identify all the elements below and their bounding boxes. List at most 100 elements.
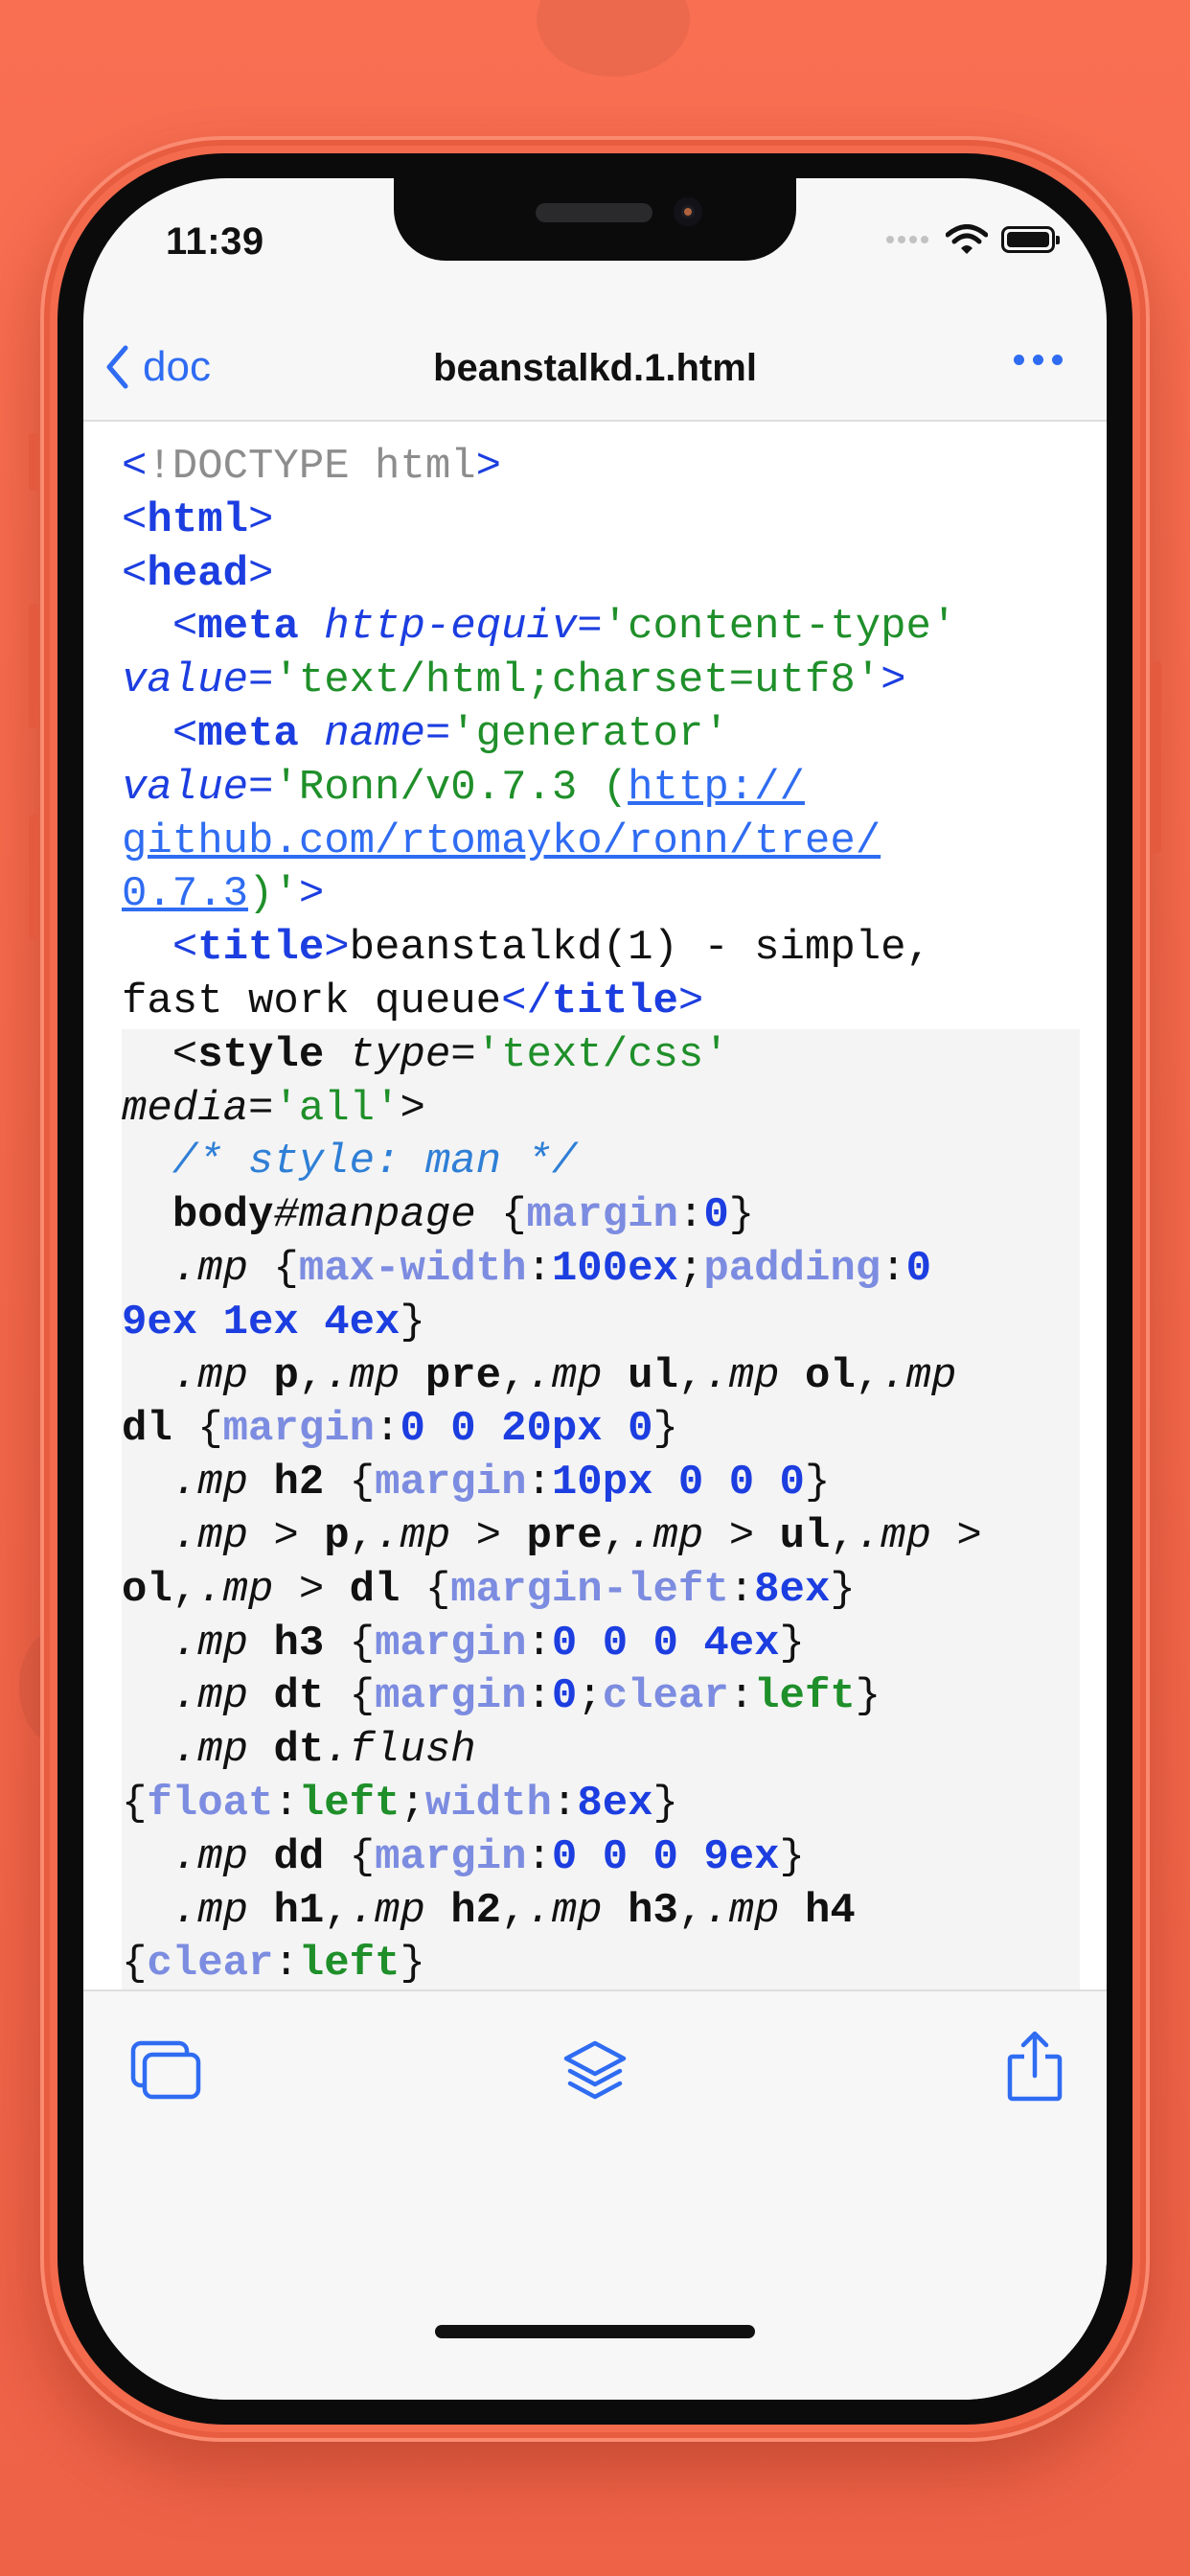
code-line: 0.7.3)'>	[122, 868, 1080, 922]
code-token: :	[273, 1940, 299, 1989]
code-token: h3	[628, 1886, 678, 1935]
code-token: ,	[501, 1351, 527, 1400]
code-token: 0 0 20px 0	[400, 1405, 653, 1454]
code-token: :	[881, 1244, 906, 1293]
code-token: >	[273, 1565, 350, 1614]
code-token: :	[273, 1779, 299, 1828]
code-line: <html>	[122, 494, 1080, 548]
tabs-button[interactable]	[129, 2039, 202, 2107]
front-camera	[674, 197, 702, 226]
code-token: }	[400, 1298, 425, 1346]
code-token: }	[779, 1832, 805, 1881]
code-token: 0	[703, 1191, 729, 1240]
code-token: ,	[349, 1511, 376, 1560]
code-token: >	[475, 443, 502, 491]
code-token: h4	[804, 1886, 856, 1935]
code-token: >	[703, 1511, 780, 1560]
notch	[394, 178, 796, 261]
code-line: <!DOCTYPE html>	[122, 441, 1080, 494]
layers-button[interactable]	[562, 2039, 628, 2111]
status-time: 11:39	[166, 220, 264, 263]
code-line: .mp > p,.mp > pre,.mp > ul,.mp >	[122, 1509, 1080, 1564]
code-token: .mp	[172, 1672, 249, 1721]
code-token: 'Ronn/v0.7.3 (	[273, 763, 629, 812]
code-line: .mp dd {margin:0 0 0 9ex}	[122, 1830, 1080, 1885]
code-link[interactable]: 0.7.3	[122, 870, 248, 918]
code-token: p	[273, 1351, 299, 1400]
more-button[interactable]	[1014, 355, 1063, 365]
code-token: title	[197, 924, 325, 973]
code-token: 'all'	[273, 1084, 400, 1133]
code-token: >	[450, 1511, 527, 1560]
code-token: 0 0 0 4ex	[551, 1619, 780, 1668]
code-token: html	[147, 495, 249, 544]
code-token: margin	[222, 1405, 376, 1454]
navigation-bar: doc beanstalkd.1.html	[83, 322, 1107, 422]
code-token: ,	[298, 1351, 325, 1400]
code-line: .mp p,.mp pre,.mp ul,.mp ol,.mp	[122, 1349, 1080, 1404]
code-token: 'text/css'	[475, 1030, 729, 1079]
code-content: <!DOCTYPE html> <html> <head> <meta http-e…	[122, 441, 1080, 1991]
layers-icon	[563, 2040, 627, 2100]
code-line: 9ex 1ex 4ex}	[122, 1296, 1080, 1350]
code-token: ol	[804, 1351, 856, 1400]
code-line: ol,.mp > dl {margin-left:8ex}	[122, 1563, 1080, 1618]
code-token: .mp	[172, 1832, 249, 1881]
code-token: !DOCTYPE html	[147, 443, 476, 491]
share-button[interactable]	[1005, 2030, 1064, 2107]
code-token: .mp	[881, 1351, 957, 1400]
code-token: dl	[349, 1565, 400, 1614]
volume-down-button	[29, 815, 38, 939]
code-token: h3	[273, 1619, 325, 1668]
code-token: =	[248, 1084, 274, 1133]
code-token: ,	[602, 1511, 629, 1560]
code-token: 'text/html;charset=utf8'	[273, 656, 881, 705]
code-token: >	[677, 977, 704, 1025]
code-token: dt	[273, 1672, 325, 1721]
code-token: {	[122, 1779, 148, 1828]
code-token: left	[298, 1779, 400, 1828]
code-token: ,	[501, 1886, 527, 1935]
code-line: .mp dt {margin:0;clear:left}	[122, 1670, 1080, 1725]
code-token: :	[551, 1779, 578, 1828]
code-line: .mp h2 {margin:10px 0 0 0}	[122, 1457, 1080, 1510]
code-token: 0 0 0 9ex	[551, 1832, 780, 1881]
code-link[interactable]: github.com/rtomayko/ronn/tree/	[122, 817, 881, 865]
code-token: /* style: man */	[172, 1138, 578, 1186]
ellipsis-icon	[1014, 355, 1024, 365]
code-token: ,	[855, 1351, 881, 1400]
code-token: padding	[703, 1244, 881, 1293]
code-line: <meta name='generator'	[122, 708, 1080, 762]
code-token: .mp	[324, 1351, 400, 1400]
code-view[interactable]: <!DOCTYPE html> <html> <head> <meta http-e…	[83, 422, 1107, 1991]
code-line: <title>beanstalkd(1) - simple,	[122, 922, 1080, 976]
code-token: 'content-type'	[602, 603, 957, 652]
code-token: 8ex	[754, 1565, 831, 1614]
code-token: >	[248, 495, 274, 544]
code-token: .mp	[375, 1511, 451, 1560]
code-token: type	[349, 1030, 451, 1079]
battery-icon	[1001, 226, 1060, 253]
code-token: title	[551, 977, 678, 1025]
code-token: :	[526, 1244, 552, 1293]
code-token: .mp	[172, 1619, 249, 1668]
code-link[interactable]: http://	[628, 764, 805, 812]
code-token: 0	[905, 1244, 931, 1293]
code-token: ul	[779, 1511, 831, 1560]
home-indicator	[435, 2325, 755, 2338]
code-line: value='text/html;charset=utf8'>	[122, 655, 1080, 708]
code-token: .mp	[172, 1459, 249, 1507]
code-line: .mp h1,.mp h2,.mp h3,.mp h4	[122, 1884, 1080, 1939]
code-token: .flush	[324, 1726, 476, 1775]
code-token: .mp	[349, 1886, 425, 1935]
